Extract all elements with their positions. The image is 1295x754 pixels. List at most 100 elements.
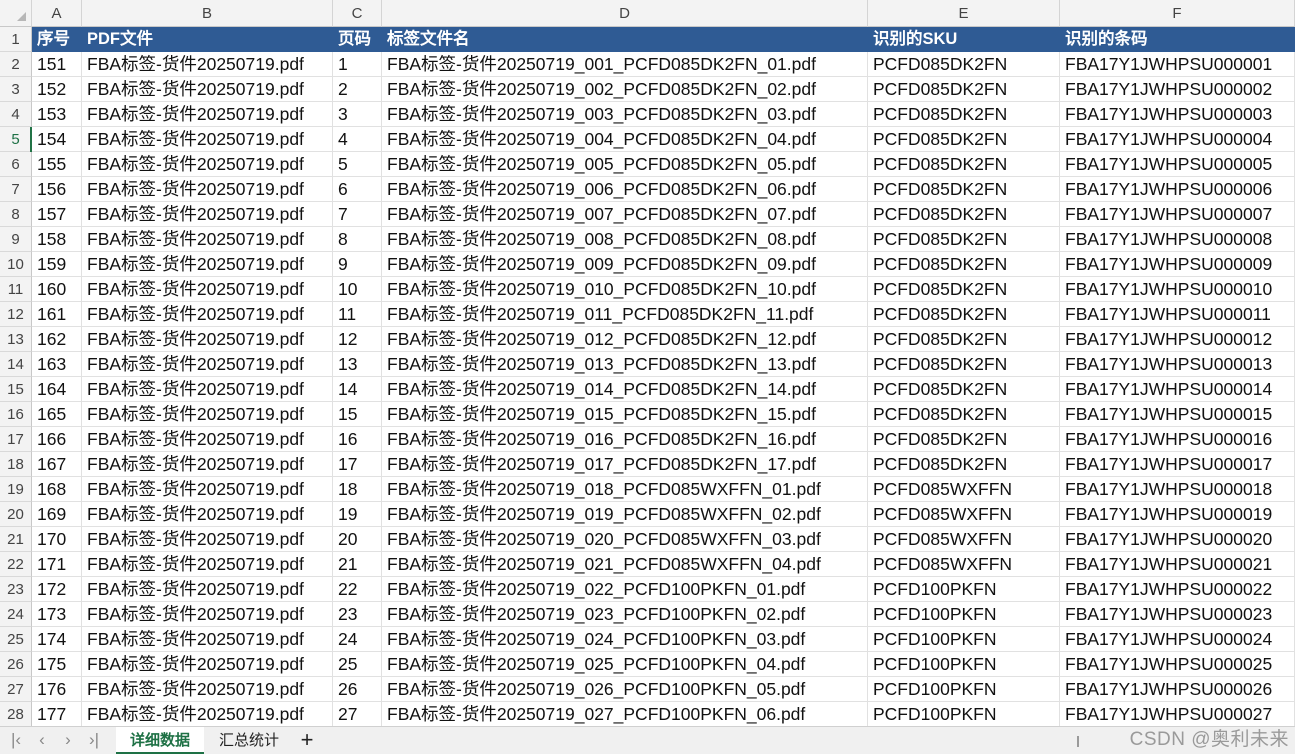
table-cell[interactable]: FBA标签-货件20250719.pdf xyxy=(82,602,333,627)
column-header-c[interactable]: C xyxy=(333,0,382,27)
table-cell[interactable]: 162 xyxy=(32,327,82,352)
table-cell[interactable]: PCFD085DK2FN xyxy=(868,227,1060,252)
row-number[interactable]: 8 xyxy=(0,202,32,227)
table-cell[interactable]: FBA标签-货件20250719_024_PCFD100PKFN_03.pdf xyxy=(382,627,868,652)
table-cell[interactable]: PCFD085DK2FN xyxy=(868,77,1060,102)
table-cell[interactable]: FBA标签-货件20250719_007_PCFD085DK2FN_07.pdf xyxy=(382,202,868,227)
next-sheet-icon[interactable]: › xyxy=(56,727,80,754)
table-cell[interactable]: 167 xyxy=(32,452,82,477)
table-cell[interactable]: FBA标签-货件20250719.pdf xyxy=(82,277,333,302)
tab-detail-data[interactable]: 详细数据 xyxy=(116,727,205,754)
row-number[interactable]: 17 xyxy=(0,427,32,452)
table-cell[interactable]: 11 xyxy=(333,302,382,327)
table-cell[interactable]: 14 xyxy=(333,377,382,402)
table-cell[interactable]: PCFD085DK2FN xyxy=(868,127,1060,152)
table-cell[interactable]: FBA标签-货件20250719.pdf xyxy=(82,102,333,127)
table-cell[interactable]: FBA17Y1JWHPSU000012 xyxy=(1060,327,1295,352)
table-cell[interactable]: FBA标签-货件20250719.pdf xyxy=(82,577,333,602)
table-cell[interactable]: FBA标签-货件20250719.pdf xyxy=(82,502,333,527)
table-cell[interactable]: FBA标签-货件20250719_005_PCFD085DK2FN_05.pdf xyxy=(382,152,868,177)
table-cell[interactable]: FBA标签-货件20250719.pdf xyxy=(82,452,333,477)
table-cell[interactable]: 27 xyxy=(333,702,382,726)
row-number[interactable]: 23 xyxy=(0,577,32,602)
table-cell[interactable]: 175 xyxy=(32,652,82,677)
table-cell[interactable]: FBA17Y1JWHPSU000003 xyxy=(1060,102,1295,127)
row-number[interactable]: 10 xyxy=(0,252,32,277)
table-cell[interactable]: 1 xyxy=(333,52,382,77)
table-cell[interactable]: PCFD085DK2FN xyxy=(868,152,1060,177)
table-cell[interactable]: FBA标签-货件20250719.pdf xyxy=(82,702,333,726)
table-cell[interactable]: 165 xyxy=(32,402,82,427)
table-cell[interactable]: 13 xyxy=(333,352,382,377)
column-title[interactable]: 标签文件名 xyxy=(382,27,868,52)
table-cell[interactable]: PCFD085DK2FN xyxy=(868,427,1060,452)
table-cell[interactable]: FBA标签-货件20250719_006_PCFD085DK2FN_06.pdf xyxy=(382,177,868,202)
table-cell[interactable]: 177 xyxy=(32,702,82,726)
column-header-e[interactable]: E xyxy=(868,0,1060,27)
table-cell[interactable]: PCFD085DK2FN xyxy=(868,177,1060,202)
table-cell[interactable]: 22 xyxy=(333,577,382,602)
table-cell[interactable]: FBA标签-货件20250719.pdf xyxy=(82,402,333,427)
table-cell[interactable]: PCFD085DK2FN xyxy=(868,377,1060,402)
table-cell[interactable]: FBA标签-货件20250719_021_PCFD085WXFFN_04.pdf xyxy=(382,552,868,577)
table-cell[interactable]: FBA标签-货件20250719.pdf xyxy=(82,477,333,502)
column-title[interactable]: 识别的条码 xyxy=(1060,27,1295,52)
column-title[interactable]: 序号 xyxy=(32,27,82,52)
row-number[interactable]: 12 xyxy=(0,302,32,327)
table-cell[interactable]: FBA17Y1JWHPSU000023 xyxy=(1060,602,1295,627)
table-cell[interactable]: PCFD085WXFFN xyxy=(868,477,1060,502)
table-cell[interactable]: FBA标签-货件20250719_017_PCFD085DK2FN_17.pdf xyxy=(382,452,868,477)
row-number[interactable]: 14 xyxy=(0,352,32,377)
table-cell[interactable]: FBA标签-货件20250719_022_PCFD100PKFN_01.pdf xyxy=(382,577,868,602)
table-cell[interactable]: FBA标签-货件20250719_001_PCFD085DK2FN_01.pdf xyxy=(382,52,868,77)
table-cell[interactable]: FBA17Y1JWHPSU000011 xyxy=(1060,302,1295,327)
table-cell[interactable]: PCFD085WXFFN xyxy=(868,527,1060,552)
table-cell[interactable]: PCFD085WXFFN xyxy=(868,552,1060,577)
table-cell[interactable]: 26 xyxy=(333,677,382,702)
row-number[interactable]: 28 xyxy=(0,702,32,726)
table-cell[interactable]: FBA标签-货件20250719_003_PCFD085DK2FN_03.pdf xyxy=(382,102,868,127)
table-cell[interactable]: FBA标签-货件20250719.pdf xyxy=(82,302,333,327)
table-cell[interactable]: FBA标签-货件20250719_004_PCFD085DK2FN_04.pdf xyxy=(382,127,868,152)
row-number[interactable]: 26 xyxy=(0,652,32,677)
table-cell[interactable]: PCFD085DK2FN xyxy=(868,452,1060,477)
row-number[interactable]: 27 xyxy=(0,677,32,702)
table-cell[interactable]: 157 xyxy=(32,202,82,227)
table-cell[interactable]: FBA标签-货件20250719_011_PCFD085DK2FN_11.pdf xyxy=(382,302,868,327)
table-cell[interactable]: FBA标签-货件20250719_009_PCFD085DK2FN_09.pdf xyxy=(382,252,868,277)
table-cell[interactable]: 5 xyxy=(333,152,382,177)
table-cell[interactable]: PCFD085DK2FN xyxy=(868,252,1060,277)
row-number[interactable]: 7 xyxy=(0,177,32,202)
table-cell[interactable]: 25 xyxy=(333,652,382,677)
table-cell[interactable]: FBA标签-货件20250719_002_PCFD085DK2FN_02.pdf xyxy=(382,77,868,102)
table-cell[interactable]: PCFD085DK2FN xyxy=(868,352,1060,377)
table-cell[interactable]: FBA17Y1JWHPSU000005 xyxy=(1060,152,1295,177)
row-number[interactable]: 1 xyxy=(0,27,32,52)
table-cell[interactable]: 21 xyxy=(333,552,382,577)
table-cell[interactable]: FBA17Y1JWHPSU000004 xyxy=(1060,127,1295,152)
table-cell[interactable]: FBA17Y1JWHPSU000018 xyxy=(1060,477,1295,502)
table-cell[interactable]: FBA标签-货件20250719_014_PCFD085DK2FN_14.pdf xyxy=(382,377,868,402)
table-cell[interactable]: PCFD085DK2FN xyxy=(868,52,1060,77)
table-cell[interactable]: FBA17Y1JWHPSU000027 xyxy=(1060,702,1295,726)
table-cell[interactable]: FBA标签-货件20250719.pdf xyxy=(82,527,333,552)
table-cell[interactable]: FBA标签-货件20250719.pdf xyxy=(82,552,333,577)
table-cell[interactable]: FBA17Y1JWHPSU000016 xyxy=(1060,427,1295,452)
table-cell[interactable]: FBA标签-货件20250719_010_PCFD085DK2FN_10.pdf xyxy=(382,277,868,302)
column-header-d[interactable]: D xyxy=(382,0,868,27)
select-all-corner[interactable] xyxy=(0,0,32,27)
table-cell[interactable]: 172 xyxy=(32,577,82,602)
column-title[interactable]: 页码 xyxy=(333,27,382,52)
row-number[interactable]: 4 xyxy=(0,102,32,127)
table-cell[interactable]: FBA标签-货件20250719_015_PCFD085DK2FN_15.pdf xyxy=(382,402,868,427)
table-cell[interactable]: PCFD085WXFFN xyxy=(868,502,1060,527)
table-cell[interactable]: FBA17Y1JWHPSU000026 xyxy=(1060,677,1295,702)
table-cell[interactable]: FBA17Y1JWHPSU000014 xyxy=(1060,377,1295,402)
table-cell[interactable]: FBA标签-货件20250719.pdf xyxy=(82,427,333,452)
table-cell[interactable]: 16 xyxy=(333,427,382,452)
table-cell[interactable]: FBA标签-货件20250719.pdf xyxy=(82,377,333,402)
table-cell[interactable]: FBA17Y1JWHPSU000024 xyxy=(1060,627,1295,652)
table-cell[interactable]: FBA17Y1JWHPSU000020 xyxy=(1060,527,1295,552)
table-cell[interactable]: 170 xyxy=(32,527,82,552)
table-cell[interactable]: 159 xyxy=(32,252,82,277)
